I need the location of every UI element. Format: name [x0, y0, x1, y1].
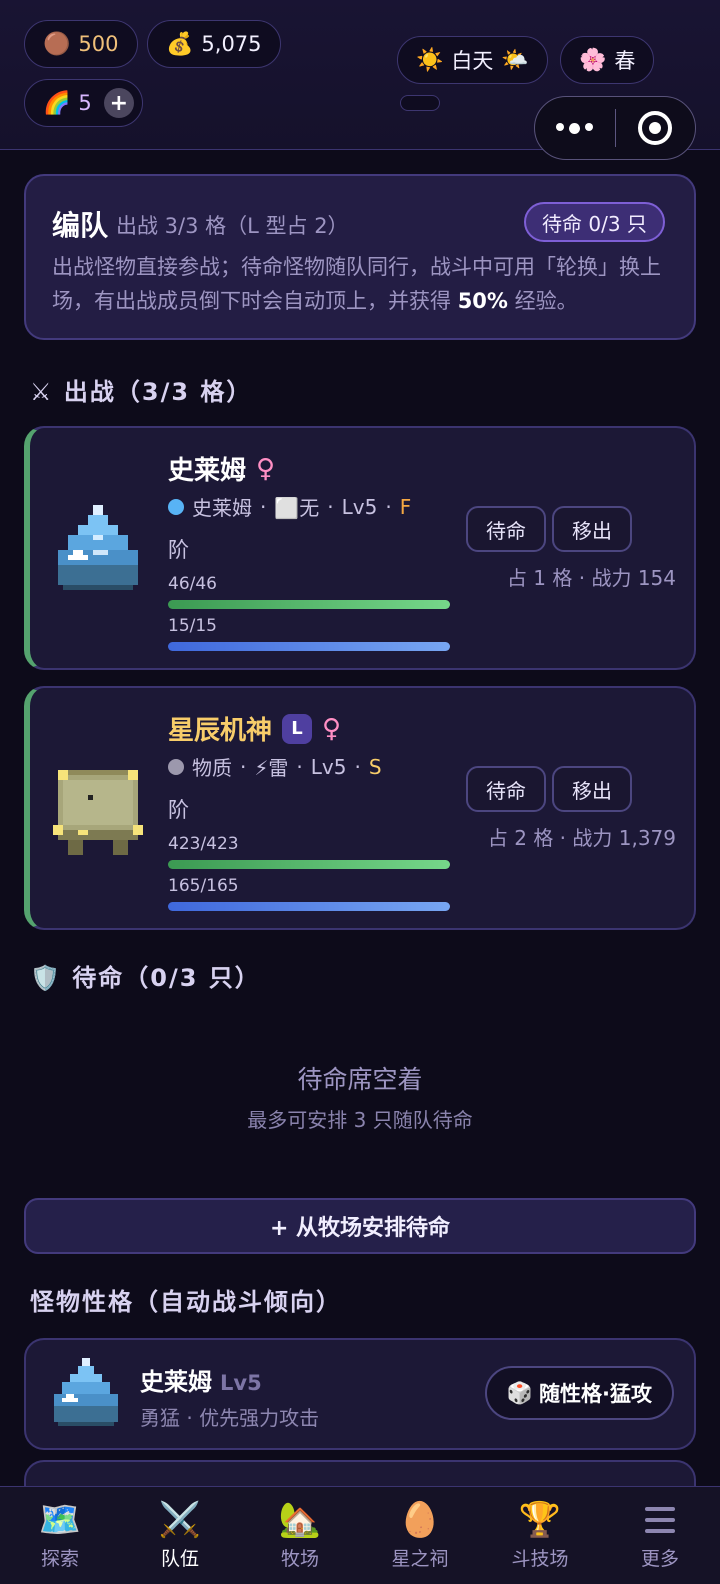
crossed-swords-icon: ⚔ [30, 378, 54, 406]
deployed-monster-card: 星辰机神 L ♀ 物质 · ⚡雷 · Lv5 · S 阶 423/423 165/16… [24, 686, 696, 930]
personality-description: 勇猛 · 优先强力攻击 [140, 1406, 320, 1430]
formation-description: 出战怪物直接参战；待命怪物随队同行，战斗中可用「轮换」换上场，有出战成员倒下时会… [52, 255, 661, 313]
nav-more[interactable]: 更多 [600, 1487, 720, 1584]
monster-grade: F [399, 494, 412, 519]
remove-button[interactable]: 移出 [552, 506, 632, 552]
mini-program-capsule [534, 96, 696, 160]
personality-card: 史莱姆 Lv5 勇猛 · 优先强力攻击 🎲 随性格·猛攻 [24, 1338, 696, 1450]
time-label: 白天 [451, 49, 494, 73]
personality-section-title: 怪物性格（自动战斗倾向） [30, 1288, 342, 1316]
trophy-icon: 🏆 [518, 1500, 562, 1540]
standby-empty-title: 待命席空着 [297, 1065, 423, 1094]
species-dot-icon [168, 758, 184, 775]
time-of-day-pill[interactable]: ☀️ 白天 🌤️ [397, 36, 548, 84]
nav-explore[interactable]: 🗺️ 探索 [0, 1487, 120, 1584]
shield-icon: 🛡️ [30, 964, 62, 992]
formation-subtitle: 出战 3/3 格（L 型占 2） [116, 214, 349, 238]
nav-ranch[interactable]: 🏡 牧场 [240, 1487, 360, 1584]
mp-value: 15/15 [168, 616, 217, 636]
exp-percent: 50% [457, 289, 508, 313]
rainbow-icon: 🌈 [43, 90, 71, 116]
add-rainbow-button[interactable]: + [103, 88, 134, 118]
personality-monster-level: Lv5 [220, 1371, 262, 1395]
monster-level: Lv5 [310, 754, 347, 779]
house-icon: 🏡 [278, 1500, 322, 1540]
arrange-standby-button[interactable]: + 从牧场安排待命 [24, 1198, 696, 1254]
hp-bar [168, 860, 450, 869]
copper-currency: 🟤 500 [24, 20, 138, 68]
standby-empty-subtitle: 最多可安排 3 只随队待命 [247, 1108, 473, 1132]
remove-button[interactable]: 移出 [552, 766, 632, 812]
formation-card: 编队 出战 3/3 格（L 型占 2） 待命 0/3 只 出战怪物直接参战；待命… [24, 174, 696, 340]
more-options-icon[interactable] [535, 122, 615, 134]
personality-tag-button[interactable]: 🎲 随性格·猛攻 [484, 1366, 674, 1420]
hp-value: 46/46 [168, 574, 217, 594]
monster-species: 物质 [192, 756, 232, 780]
copper-amount: 500 [78, 32, 119, 56]
rainbow-amount: 5 [78, 91, 92, 115]
formation-title: 编队 [52, 209, 109, 242]
blossom-icon: 🌸 [579, 47, 607, 73]
monster-rank: 阶 [168, 798, 189, 822]
menu-icon [645, 1500, 675, 1540]
standby-count-badge: 待命 0/3 只 [524, 202, 665, 242]
slime-sprite [54, 1358, 118, 1426]
nav-arena[interactable]: 🏆 斗技场 [480, 1487, 600, 1584]
female-icon: ♀ [256, 453, 276, 484]
monster-info-row: 史莱姆 · ⬜无 · Lv5 · F [168, 492, 411, 521]
slime-sprite [58, 505, 138, 590]
monster-species: 史莱姆 [192, 496, 252, 520]
species-dot-icon [168, 498, 184, 515]
monster-name: 史莱姆 [168, 456, 247, 486]
egg-icon: 🥚 [398, 1500, 442, 1540]
monster-info-row: 物质 · ⚡雷 · Lv5 · S [168, 752, 382, 781]
nav-shrine[interactable]: 🥚 星之祠 [360, 1487, 480, 1584]
money-bag-icon: 💰 [166, 31, 194, 57]
mp-value: 165/165 [168, 876, 239, 896]
hp-bar [168, 600, 450, 609]
monster-rank: 阶 [168, 538, 189, 562]
crossed-swords-icon: ⚔️ [158, 1500, 202, 1540]
gold-amount: 5,075 [201, 32, 262, 56]
standby-section-title: 🛡️ 待命（0/3 只） [30, 964, 261, 992]
map-icon: 🗺️ [38, 1500, 82, 1540]
sun-cloud-icon: 🌤️ [501, 47, 529, 73]
rainbow-currency: 🌈 5 + [24, 79, 143, 127]
star-mech-sprite [53, 770, 143, 855]
tiny-status-pill [400, 95, 440, 111]
female-icon: ♀ [322, 713, 342, 744]
season-label: 春 [614, 49, 636, 73]
top-status-bar: 🟤 500 💰 5,075 🌈 5 + ☀️ 白天 🌤️ 🌸 春 [0, 0, 720, 160]
dice-icon: 🎲 [506, 1380, 534, 1405]
copper-coin-icon: 🟤 [43, 31, 71, 57]
monster-name-row: 星辰机神 L ♀ [168, 710, 341, 747]
monster-element: ⬜无 [274, 496, 320, 520]
large-size-badge: L [282, 713, 313, 744]
personality-monster-name: 史莱姆 Lv5 [140, 1368, 262, 1396]
bottom-nav: 🗺️ 探索 ⚔️ 队伍 🏡 牧场 🥚 星之祠 🏆 斗技场 更多 [0, 1486, 720, 1584]
close-target-icon[interactable] [616, 111, 696, 145]
deployed-monster-card: 史莱姆 ♀ 史莱姆 · ⬜无 · Lv5 · F 阶 46/46 15/15 待命 移… [24, 426, 696, 670]
monster-name: 星辰机神 [168, 716, 273, 746]
standby-button[interactable]: 待命 [466, 506, 546, 552]
season-pill[interactable]: 🌸 春 [560, 36, 655, 84]
mp-bar [168, 642, 450, 651]
gold-currency: 💰 5,075 [147, 20, 281, 68]
mp-bar [168, 902, 450, 911]
slot-power-meta: 占 1 格 · 战力 154 [506, 566, 676, 590]
monster-level: Lv5 [341, 494, 378, 519]
slot-power-meta: 占 2 格 · 战力 1,379 [487, 826, 676, 850]
sun-icon: ☀️ [416, 47, 444, 73]
monster-grade: S [368, 754, 382, 779]
standby-button[interactable]: 待命 [466, 766, 546, 812]
monster-element: ⚡雷 [254, 756, 289, 780]
hp-value: 423/423 [168, 834, 239, 854]
deploy-section-title: ⚔ 出战（3/3 格） [30, 378, 253, 406]
nav-team[interactable]: ⚔️ 队伍 [120, 1487, 240, 1584]
monster-name-row: 史莱姆 ♀ [168, 450, 275, 487]
